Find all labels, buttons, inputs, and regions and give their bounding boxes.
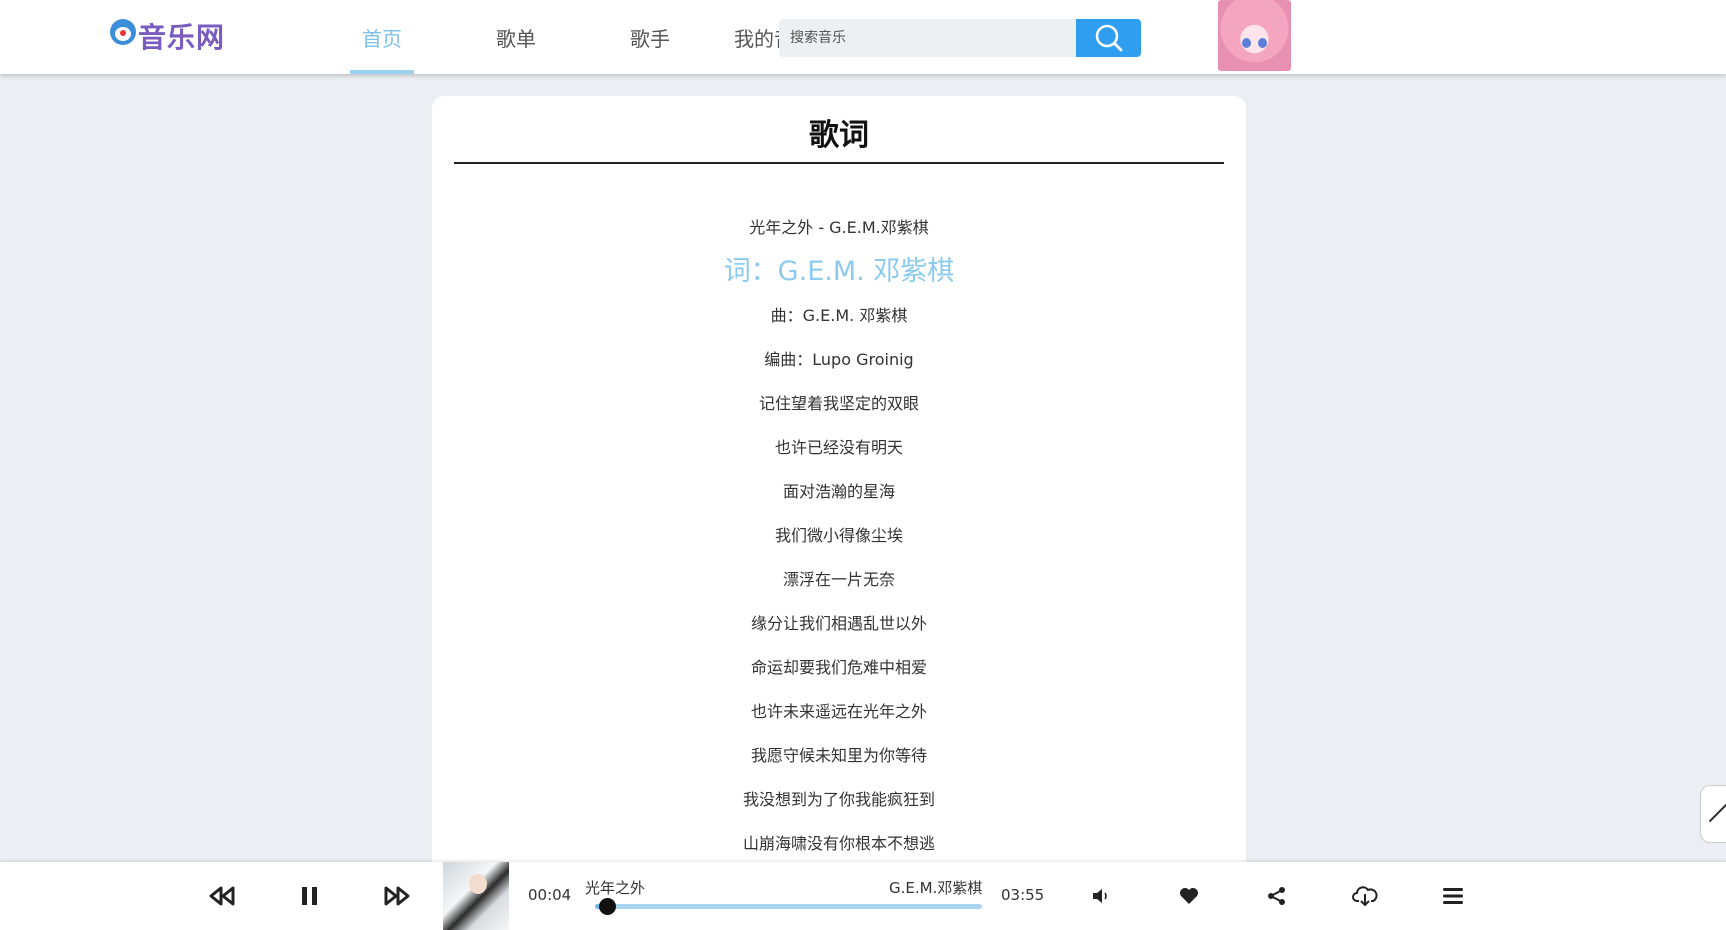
lyric-line: 我们微小得像尘埃 (774, 526, 903, 545)
duration-time: 03:55 (1001, 886, 1045, 904)
lyrics-title: 歌词 (809, 118, 869, 153)
lyric-line: 命运却要我们危难中相爱 (750, 658, 927, 677)
lyric-line: 记住望着我坚定的双眼 (758, 394, 919, 413)
lyric-line: 光年之外 - G.E.M.邓紫棋 (749, 218, 929, 237)
search-icon (1095, 24, 1122, 52)
nav-home[interactable]: 首页 (350, 0, 414, 74)
back-to-top-button[interactable] (1700, 785, 1726, 843)
site-logo[interactable]: 音乐网 (110, 16, 225, 56)
lyric-line: 曲：G.E.M. 邓紫棋 (770, 306, 908, 325)
search-input[interactable] (779, 19, 1076, 57)
search-bar (779, 19, 1141, 57)
avatar-eye (1242, 38, 1251, 48)
nav-singers[interactable]: 歌手 (618, 0, 682, 74)
pause-button[interactable] (294, 880, 326, 912)
lyric-line: 面对浩瀚的星海 (782, 482, 895, 501)
fast-forward-icon (384, 886, 410, 906)
share-button[interactable] (1261, 880, 1293, 912)
lyric-line: 我没想到为了你我能疯狂到 (742, 790, 935, 809)
download-button[interactable] (1349, 880, 1381, 912)
top-header: 音乐网 首页 歌单 歌手 我的音乐 (0, 0, 1726, 74)
lyric-line: 我愿守候未知里为你等待 (750, 746, 927, 765)
lyric-line: 也许未来遥远在光年之外 (750, 702, 927, 721)
progress-bar[interactable] (595, 898, 982, 915)
cloud-download-icon (1352, 886, 1378, 907)
album-cover[interactable] (443, 862, 509, 930)
lyric-line: 编曲：Lupo Groinig (764, 350, 914, 369)
logo-icon (110, 19, 136, 45)
lyric-line: 也许已经没有明天 (774, 438, 903, 457)
nav-playlists[interactable]: 歌单 (484, 0, 548, 74)
playlist-button[interactable] (1437, 880, 1469, 912)
lyric-line-current: 词：G.E.M. 邓紫棋 (723, 256, 955, 287)
volume-button[interactable] (1085, 880, 1117, 912)
lyric-line: 漂浮在一片无奈 (782, 570, 895, 589)
rewind-icon (209, 886, 235, 906)
previous-button[interactable] (206, 880, 238, 912)
avatar-eye (1258, 38, 1267, 48)
lyric-line: 缘分让我们相遇乱世以外 (750, 614, 927, 633)
logo-text: 音乐网 (138, 21, 226, 54)
title-divider (454, 162, 1224, 164)
current-time: 00:04 (528, 886, 572, 904)
song-title: 光年之外 (585, 879, 646, 897)
next-button[interactable] (381, 880, 413, 912)
lyric-line: 山崩海啸没有你根本不想逃 (742, 834, 935, 853)
user-avatar[interactable] (1218, 0, 1291, 71)
share-icon (1268, 887, 1285, 905)
pause-icon (302, 887, 317, 905)
back-to-top-icon (1708, 803, 1726, 823)
artist-name: G.E.M.邓紫棋 (889, 879, 983, 897)
lyrics-card: 歌词 光年之外 - G.E.M.邓紫棋 词：G.E.M. 邓紫棋 曲：G.E.M… (432, 96, 1246, 896)
search-button[interactable] (1076, 19, 1141, 57)
player-bar: 00:04 光年之外 G.E.M.邓紫棋 03:55 (0, 862, 1726, 930)
lyrics-list: 光年之外 - G.E.M.邓紫棋 词：G.E.M. 邓紫棋 曲：G.E.M. 邓… (432, 206, 1246, 866)
like-button[interactable] (1173, 880, 1205, 912)
heart-icon (1180, 888, 1198, 904)
progress-handle[interactable] (598, 898, 616, 915)
volume-icon (1093, 889, 1107, 903)
menu-icon (1443, 888, 1463, 904)
